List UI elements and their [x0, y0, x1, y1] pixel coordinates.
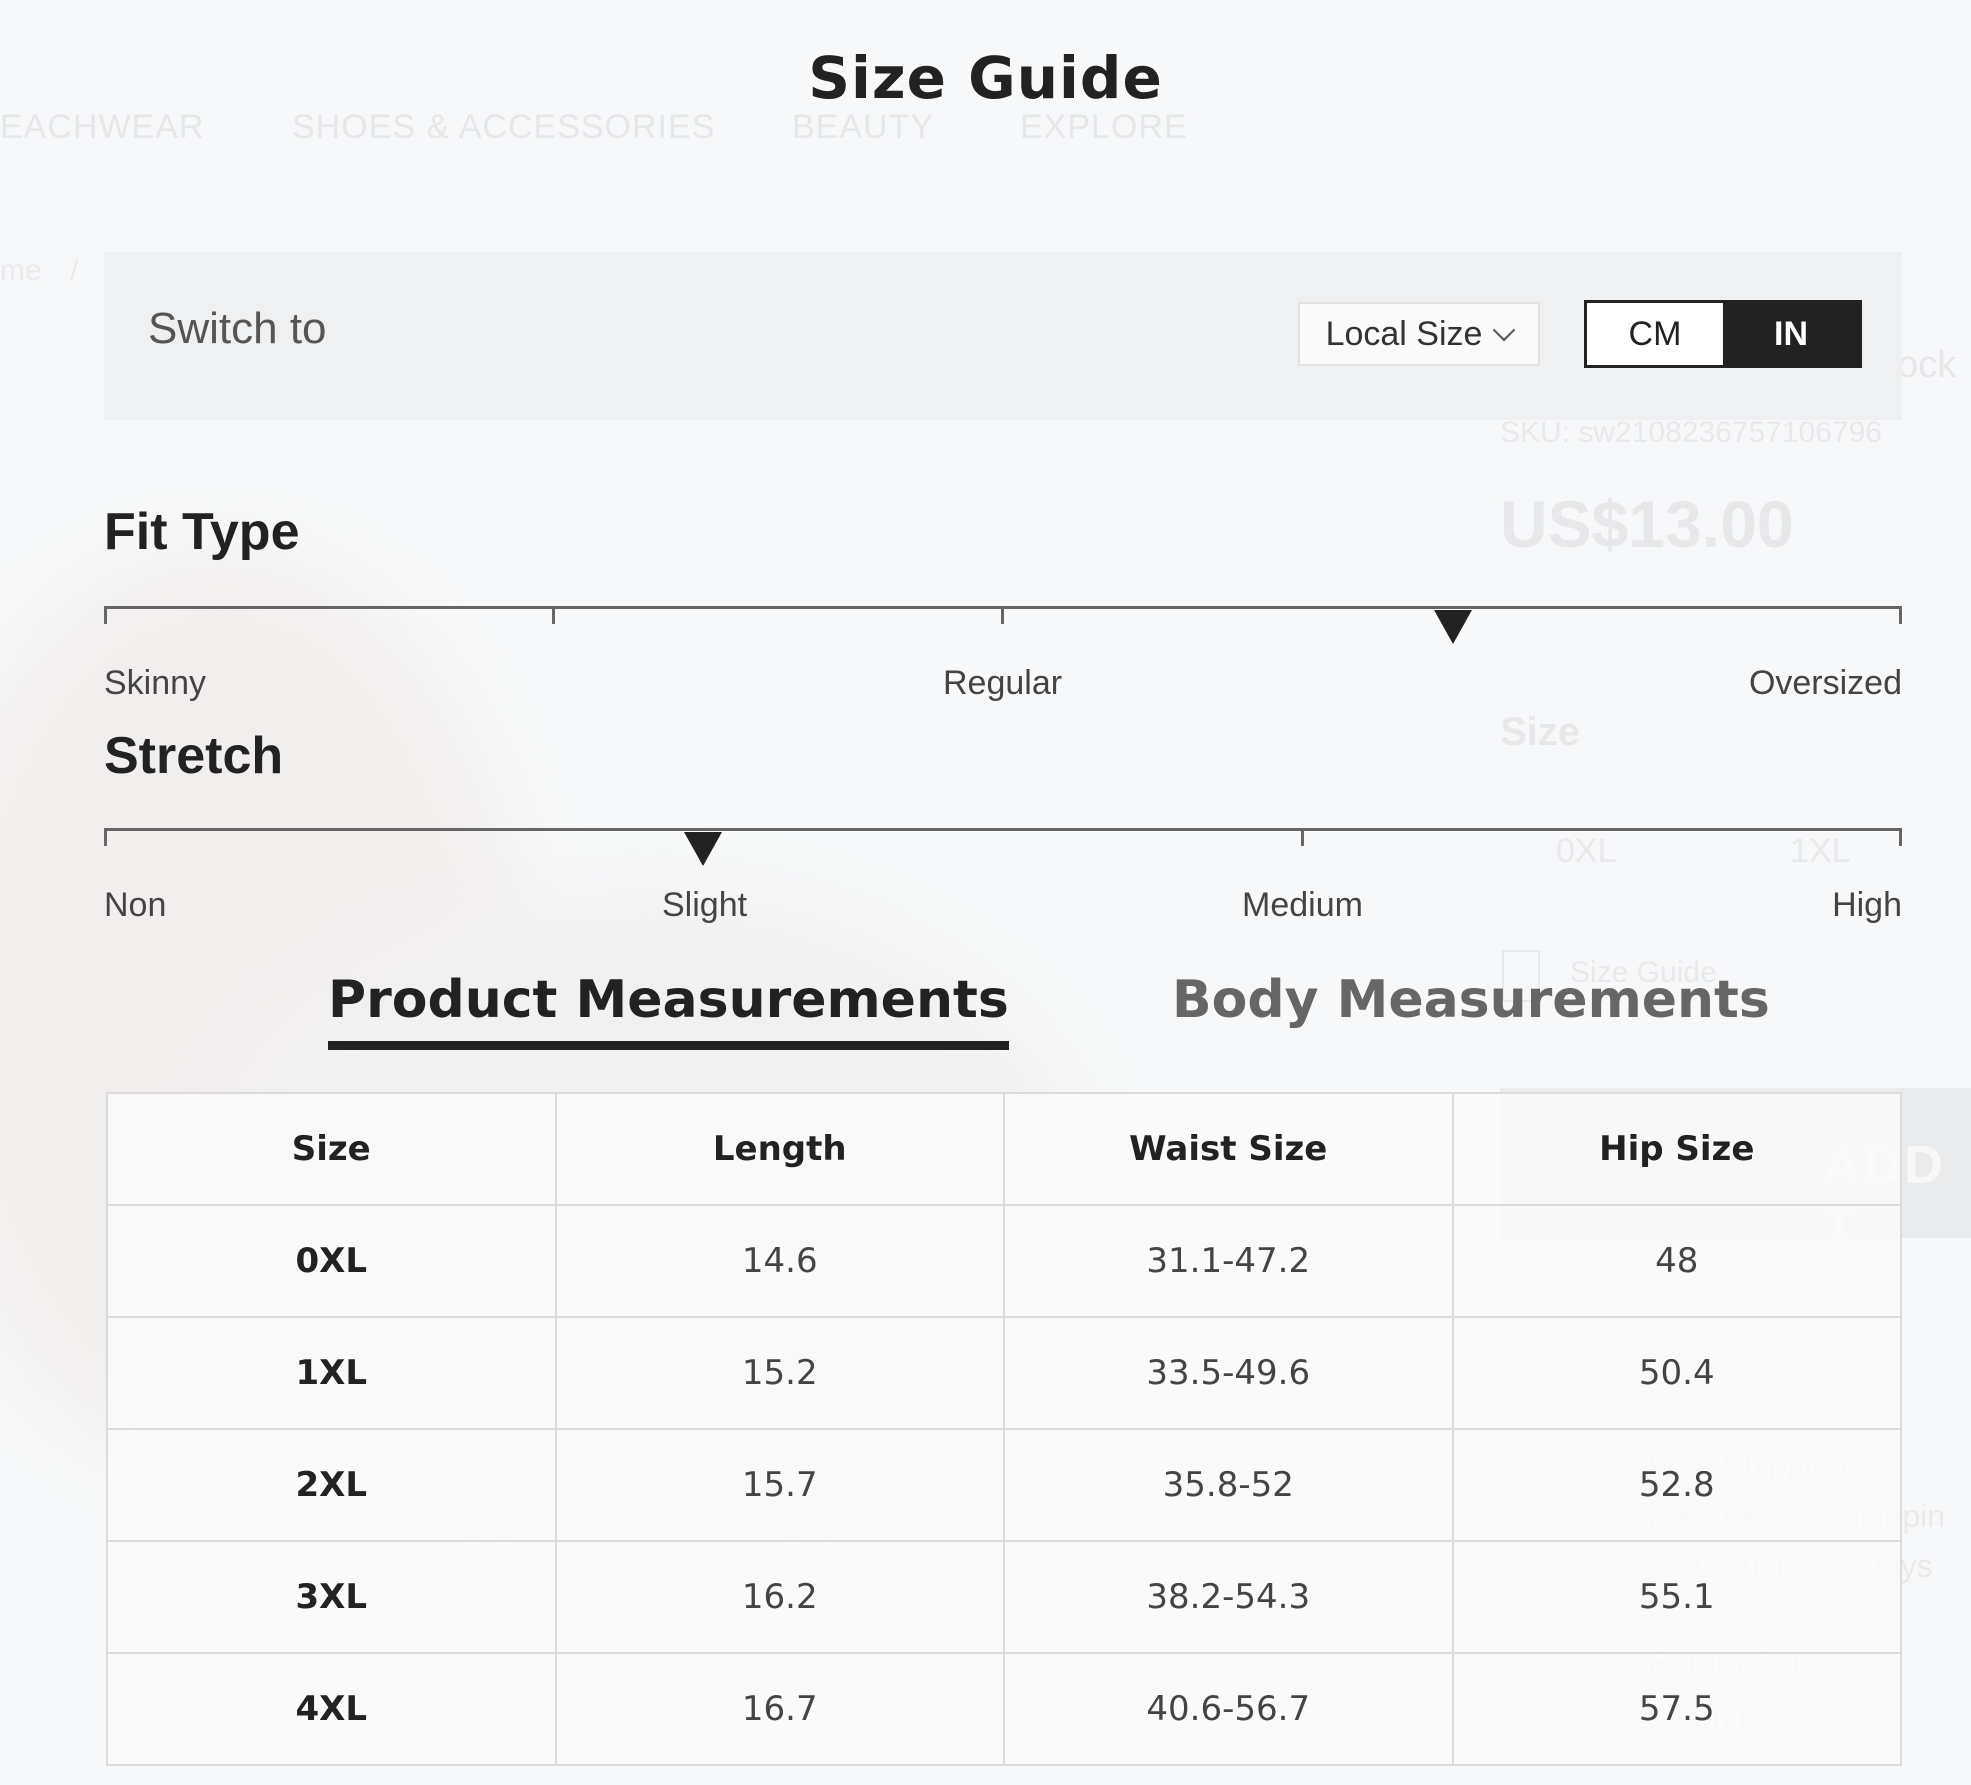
hip-cell: 48 — [1451, 1204, 1902, 1318]
bg-sku: SKU: sw2108236757106796 — [1500, 416, 1882, 449]
unit-in-button[interactable]: IN — [1723, 303, 1859, 365]
col-header-waist: Waist Size — [1003, 1092, 1454, 1206]
bg-nav-item: EXPLORE — [1020, 108, 1188, 146]
size-table: Size Length Waist Size Hip Size 0XL 14.6… — [106, 1092, 1902, 1766]
unit-cm-button[interactable]: CM — [1587, 303, 1723, 365]
bg-nav-item: EACHWEAR — [0, 108, 205, 146]
bg-nav-item: BEAUTY — [792, 108, 935, 146]
stretch-marker — [683, 832, 722, 866]
scale-tick — [104, 828, 107, 846]
waist-cell: 35.8-52 — [1003, 1428, 1454, 1542]
bg-nav-item: SHOES & ACCESSORIES — [292, 108, 716, 146]
stretch-heading: Stretch — [104, 727, 284, 785]
fit-label-skinny: Skinny — [104, 664, 207, 702]
fit-label-regular: Regular — [943, 664, 1063, 702]
hip-cell: 52.8 — [1451, 1428, 1902, 1542]
unit-switch-bar: Switch to Local Size CM IN — [104, 252, 1902, 420]
table-row: 1XL 15.2 33.5-49.6 50.4 — [106, 1316, 1902, 1430]
fit-label-oversized: Oversized — [1748, 664, 1902, 702]
col-header-size: Size — [106, 1092, 557, 1206]
size-cell: 2XL — [106, 1428, 557, 1542]
hip-cell: 55.1 — [1451, 1540, 1902, 1654]
stretch-label-non: Non — [104, 886, 167, 924]
col-header-hip: Hip Size — [1451, 1092, 1902, 1206]
scale-line — [104, 828, 1902, 831]
stretch-label-medium: Medium — [1242, 886, 1363, 924]
fit-type-scale — [104, 606, 1902, 644]
local-size-dropdown[interactable]: Local Size — [1298, 302, 1540, 366]
fit-type-heading: Fit Type — [104, 503, 300, 561]
tab-body-measurements[interactable]: Body Measurements — [1172, 970, 1770, 1030]
length-cell: 15.7 — [554, 1428, 1005, 1542]
local-size-label: Local Size — [1325, 314, 1483, 353]
switch-to-label: Switch to — [148, 304, 327, 353]
table-header-row: Size Length Waist Size Hip Size — [106, 1092, 1902, 1206]
waist-cell: 40.6-56.7 — [1003, 1652, 1454, 1766]
waist-cell: 31.1-47.2 — [1003, 1204, 1454, 1318]
size-cell: 1XL — [106, 1316, 557, 1430]
col-header-length: Length — [554, 1092, 1005, 1206]
bg-size-heading: Size — [1500, 710, 1581, 754]
stretch-label-high: High — [1832, 886, 1902, 924]
scale-tick — [1899, 828, 1902, 846]
bg-crumb-sep: / — [70, 254, 79, 287]
size-cell: 4XL — [106, 1652, 557, 1766]
hip-cell: 50.4 — [1451, 1316, 1902, 1430]
size-guide-title: Size Guide — [808, 44, 1163, 112]
table-row: 4XL 16.7 40.6-56.7 57.5 — [106, 1652, 1902, 1766]
table-row: 3XL 16.2 38.2-54.3 55.1 — [106, 1540, 1902, 1654]
fit-type-marker — [1433, 610, 1472, 644]
waist-cell: 33.5-49.6 — [1003, 1316, 1454, 1430]
length-cell: 15.2 — [554, 1316, 1005, 1430]
table-row: 0XL 14.6 31.1-47.2 48 — [106, 1204, 1902, 1318]
scale-tick — [552, 606, 555, 624]
hip-cell: 57.5 — [1451, 1652, 1902, 1766]
size-cell: 3XL — [106, 1540, 557, 1654]
length-cell: 16.7 — [554, 1652, 1005, 1766]
unit-toggle: CM IN — [1584, 300, 1862, 368]
length-cell: 16.2 — [554, 1540, 1005, 1654]
bg-price: US$13.00 — [1500, 487, 1794, 561]
scale-tick — [104, 606, 107, 624]
length-cell: 14.6 — [554, 1204, 1005, 1318]
waist-cell: 38.2-54.3 — [1003, 1540, 1454, 1654]
table-row: 2XL 15.7 35.8-52 52.8 — [106, 1428, 1902, 1542]
scale-tick — [1001, 606, 1004, 624]
scale-tick — [1899, 606, 1902, 624]
bg-crumb-item: me — [0, 254, 42, 287]
tab-product-measurements[interactable]: Product Measurements — [328, 970, 1009, 1050]
chevron-down-icon — [1493, 318, 1516, 342]
scale-tick — [1301, 828, 1304, 846]
stretch-scale — [104, 828, 1902, 866]
size-cell: 0XL — [106, 1204, 557, 1318]
stretch-label-slight: Slight — [662, 886, 748, 924]
